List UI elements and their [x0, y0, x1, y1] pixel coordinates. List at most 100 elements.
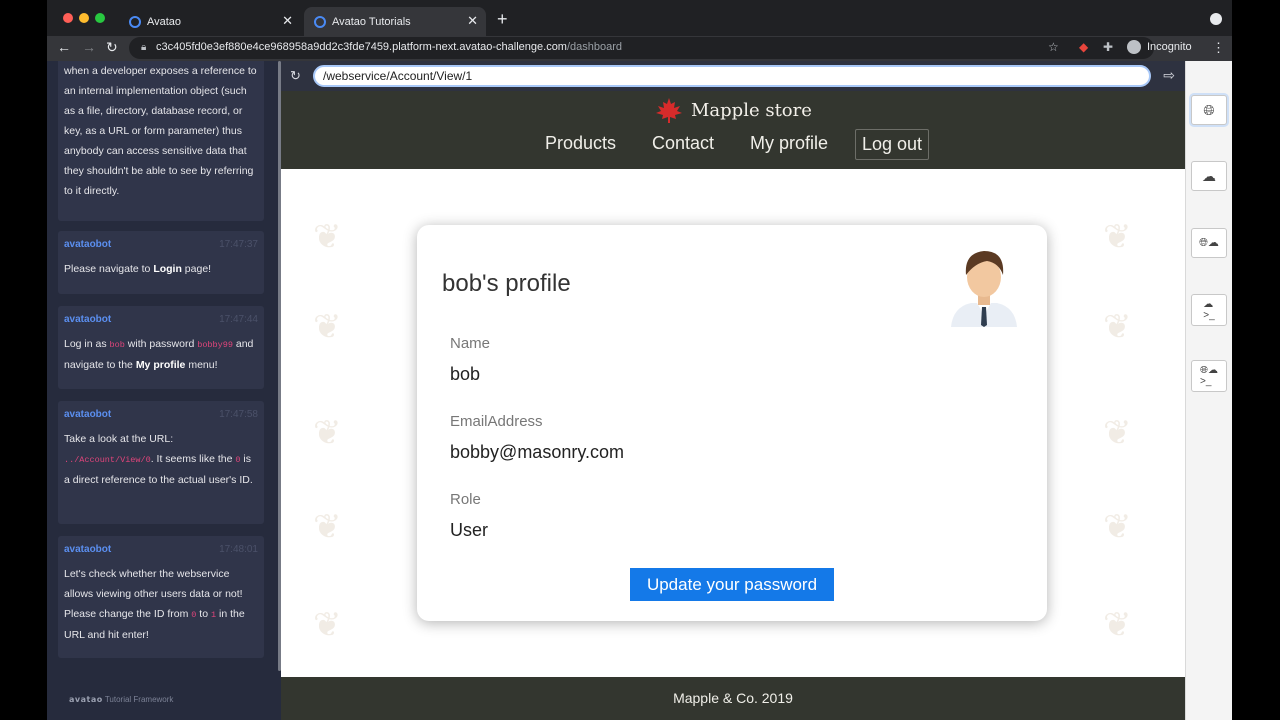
incognito-indicator[interactable]: Incognito [1127, 40, 1192, 54]
reload-icon[interactable]: ↻ [290, 68, 301, 84]
minimize-window-button[interactable] [79, 13, 89, 23]
tab-avatao[interactable]: Avatao ✕ [119, 7, 301, 36]
footer-label: Tutorial Framework [104, 695, 174, 704]
text-fragment: Please navigate to [64, 263, 154, 275]
globe-cloud-icon: 🌐︎☁ [1199, 237, 1219, 249]
site-footer: Mapple & Co. 2019 [281, 677, 1185, 720]
layout-web-button[interactable]: 🌐︎ [1191, 95, 1227, 125]
email-value: bobby@masonry.com [450, 442, 625, 462]
maple-leaf-watermark-icon: ❦ [1103, 218, 1132, 256]
bookmark-star-icon[interactable]: ☆ [1048, 40, 1059, 54]
globe-icon: 🌐︎ [1203, 101, 1215, 118]
message-credentials: avataobot 17:47:44 Log in as bob with pas… [58, 306, 264, 389]
update-password-button[interactable]: Update your password [630, 568, 834, 601]
message-author: avataobot [64, 239, 112, 250]
close-window-button[interactable] [63, 13, 73, 23]
avatao-logo: avatao [69, 695, 103, 704]
incognito-label: Incognito [1147, 41, 1192, 53]
profile-page: ❦ ❦ ❦ ❦ ❦ ❦ ❦ ❦ ❦ ❦ bob's profile Name b… [281, 169, 1185, 677]
name-label: Name [450, 335, 491, 352]
code-fragment: bobby99 [197, 340, 233, 350]
maple-leaf-watermark-icon: ❦ [1103, 606, 1132, 644]
site-brand[interactable]: Mapple store [655, 97, 812, 123]
message-login: avataobot 17:47:37 Please navigate to Log… [58, 231, 264, 294]
text-fragment: . It seems like the [150, 453, 236, 465]
text-fragment: menu! [185, 359, 218, 371]
brand-name: Mapple store [691, 99, 812, 121]
message-intro: when a developer exposes a reference to … [58, 61, 264, 221]
name-value: bob [450, 364, 481, 384]
nav-log-out[interactable]: Log out [855, 129, 930, 160]
maple-leaf-watermark-icon: ❦ [313, 308, 342, 346]
message-text: when a developer exposes a reference to … [64, 65, 257, 197]
layout-all-button[interactable]: 🌐︎☁ >_ [1191, 360, 1227, 392]
layout-rail: 🌐︎ ☁ 🌐︎☁ ☁ >_ 🌐︎☁ >_ [1185, 61, 1232, 720]
nav-products[interactable]: Products [539, 129, 622, 158]
message-change-id: avataobot 17:48:01 Let's check whether th… [58, 536, 264, 658]
lock-icon: 🔒︎ [141, 42, 147, 53]
role-label: Role [450, 491, 481, 508]
address-text[interactable]: c3c405fd0e3ef880e4ce968958a9dd2c3fde7459… [156, 41, 622, 53]
text-fragment: with password [124, 338, 198, 350]
text-fragment: to [196, 608, 211, 620]
extensions-puzzle-icon[interactable]: ✚ [1103, 40, 1113, 54]
message-time: 17:47:37 [219, 239, 258, 250]
address-bar[interactable]: 🔒︎ c3c405fd0e3ef880e4ce968958a9dd2c3fde7… [129, 37, 1154, 59]
maple-leaf-watermark-icon: ❦ [313, 218, 342, 256]
message-author: avataobot [64, 314, 112, 325]
layout-web-ide-button[interactable]: 🌐︎☁ [1191, 228, 1227, 258]
role-value: User [450, 520, 489, 540]
message-author: avataobot [64, 409, 112, 420]
forward-arrow-icon[interactable]: → [82, 39, 96, 55]
new-tab-icon[interactable]: + [497, 9, 508, 30]
ublock-extension-icon[interactable]: ◆ [1079, 40, 1088, 54]
url-path: /dashboard [566, 41, 623, 53]
layout-ide-button[interactable]: ☁ [1191, 161, 1227, 191]
nav-contact[interactable]: Contact [646, 129, 720, 158]
layout-ide-terminal-button[interactable]: ☁ >_ [1191, 294, 1227, 326]
browser-menu-icon[interactable]: ⋮ [1212, 40, 1225, 56]
inner-url-bar: ↻ ⇨ [281, 61, 1185, 91]
message-text: Please navigate to Login page! [64, 259, 258, 279]
tab-avatao-tutorials[interactable]: Avatao Tutorials ✕ [304, 7, 486, 36]
email-label: EmailAddress [450, 413, 543, 430]
tab-label: Avatao [147, 15, 182, 28]
bold-fragment: My profile [135, 359, 186, 371]
message-text: Take a look at the URL: ../Account/View/… [64, 429, 258, 490]
message-url-hint: avataobot 17:47:58 Take a look at the URL… [58, 401, 264, 524]
message-author: avataobot [64, 544, 112, 555]
url-input[interactable] [313, 65, 1151, 87]
globe-terminal-cloud-icon: 🌐︎☁ >_ [1200, 365, 1218, 387]
nav-my-profile[interactable]: My profile [744, 129, 834, 158]
go-arrow-icon[interactable]: ⇨ [1163, 67, 1175, 84]
maple-leaf-watermark-icon: ❦ [313, 414, 342, 452]
maple-leaf-watermark-icon: ❦ [1103, 508, 1132, 546]
cloud-code-icon: ☁ [1202, 167, 1216, 184]
tab-search-icon[interactable] [1210, 13, 1222, 25]
message-text: Log in as bob with password bobby99 and … [64, 334, 258, 375]
maple-leaf-watermark-icon: ❦ [1103, 414, 1132, 452]
site-header: Mapple store Products Contact My profile… [281, 91, 1185, 169]
close-tab-icon[interactable]: ✕ [282, 13, 293, 29]
profile-title: bob's profile [442, 270, 571, 297]
profile-card: bob's profile Name bob EmailAddress bobb… [417, 225, 1047, 621]
message-time: 17:48:01 [219, 544, 258, 555]
bold-fragment: Login [153, 263, 182, 275]
maple-leaf-watermark-icon: ❦ [1103, 308, 1132, 346]
cloud-terminal-icon: ☁ >_ [1203, 299, 1215, 321]
avatao-favicon-icon [129, 15, 141, 28]
text-fragment: page! [181, 263, 212, 275]
back-arrow-icon[interactable]: ← [57, 39, 71, 55]
message-time: 17:47:58 [219, 409, 258, 420]
user-avatar-icon [951, 251, 1017, 327]
browser-window: Avatao ✕ Avatao Tutorials ✕ + ← → ↻ 🔒︎ c… [47, 0, 1232, 720]
reload-icon[interactable]: ↻ [106, 39, 118, 56]
tab-label: Avatao Tutorials [332, 15, 411, 28]
close-tab-icon[interactable]: ✕ [467, 13, 478, 29]
zoom-window-button[interactable] [95, 13, 105, 23]
url-host: c3c405fd0e3ef880e4ce968958a9dd2c3fde7459… [156, 41, 567, 53]
message-text: Let's check whether the webservice allow… [64, 564, 258, 645]
tutorial-sidebar: when a developer exposes a reference to … [47, 61, 281, 720]
maple-leaf-watermark-icon: ❦ [313, 508, 342, 546]
maple-leaf-icon [656, 98, 682, 123]
